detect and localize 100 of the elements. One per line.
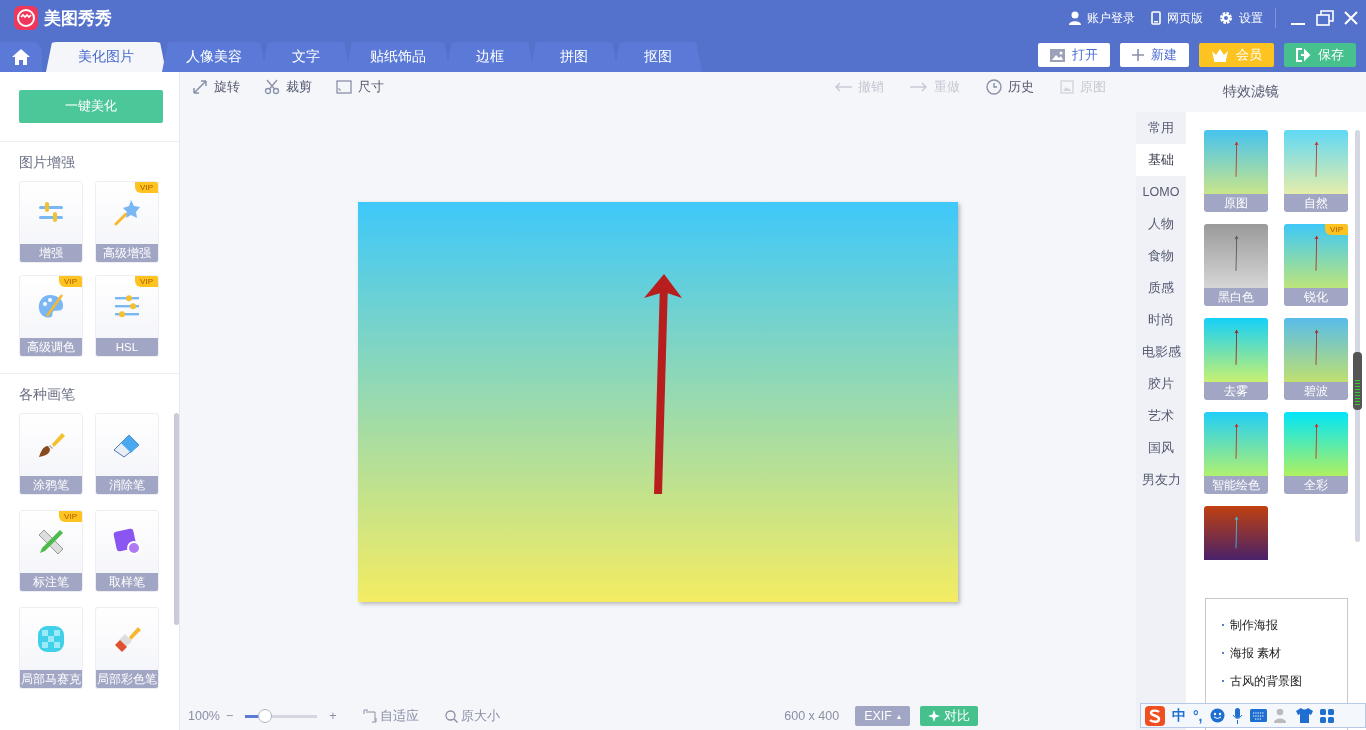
- tab[interactable]: 美化图片: [46, 42, 166, 72]
- open-button[interactable]: 打开: [1038, 43, 1110, 67]
- category-tab[interactable]: 男友力: [1136, 464, 1186, 496]
- color-swatch-icon: [112, 527, 142, 557]
- compare-button[interactable]: 对比: [920, 706, 978, 726]
- suggestion-item[interactable]: 制作海报: [1230, 616, 1278, 634]
- phone-icon: [1151, 11, 1161, 25]
- restore-icon[interactable]: [1316, 10, 1334, 26]
- tool-tile[interactable]: VIP 高级增强: [95, 181, 159, 263]
- section-title: 各种画笔: [19, 386, 76, 404]
- top-link[interactable]: 账户登录: [1087, 9, 1135, 27]
- image-dimensions: 600 x 400: [784, 709, 840, 723]
- toolbar-button[interactable]: 裁剪: [264, 78, 312, 96]
- toolbar-button[interactable]: 尺寸: [336, 78, 384, 96]
- tool-tile[interactable]: 涂鸦笔: [19, 413, 83, 495]
- new-button[interactable]: 新建: [1120, 43, 1189, 67]
- suggestion-item[interactable]: 海报 素材: [1230, 644, 1282, 662]
- one-click-beautify-button[interactable]: 一键美化: [19, 90, 163, 123]
- category-tab[interactable]: 常用: [1136, 112, 1186, 144]
- filter-thumbnail[interactable]: [1204, 506, 1268, 560]
- category-tab[interactable]: 电影感: [1136, 336, 1186, 368]
- fit-button[interactable]: 自适应: [362, 707, 419, 725]
- vip-badge: VIP: [135, 276, 158, 287]
- tool-tile[interactable]: 局部马赛克: [19, 607, 83, 689]
- filter-thumbnail[interactable]: 去雾: [1204, 318, 1268, 400]
- tool-tile[interactable]: VIP 高级调色: [19, 275, 83, 357]
- scissors-icon: [264, 79, 280, 95]
- toolbar-button[interactable]: 历史: [986, 78, 1034, 96]
- image-icon: [1050, 48, 1065, 62]
- tab[interactable]: 抠图: [614, 42, 702, 72]
- filter-thumbnail[interactable]: 全彩: [1284, 412, 1348, 494]
- filter-thumbnail[interactable]: 碧波: [1284, 318, 1348, 400]
- actual-size-button[interactable]: 原大小: [444, 707, 500, 725]
- close-icon[interactable]: [1344, 11, 1358, 25]
- microphone-icon[interactable]: [1231, 707, 1243, 724]
- toolbar-button[interactable]: 旋转: [192, 78, 240, 96]
- tab[interactable]: 贴纸饰品: [346, 42, 450, 72]
- back-arrow-icon: [834, 82, 852, 92]
- scrollbar-thumb[interactable]: [1353, 352, 1362, 410]
- category-tab[interactable]: 食物: [1136, 240, 1186, 272]
- vip-badge: VIP: [1325, 224, 1348, 235]
- crown-icon: [1211, 48, 1229, 62]
- export-icon: [1296, 48, 1311, 62]
- suggestion-item[interactable]: 古风的背景图: [1230, 672, 1302, 690]
- app-title: 美图秀秀: [44, 7, 112, 30]
- shirt-icon[interactable]: [1295, 708, 1313, 723]
- input-mode[interactable]: 中: [1172, 706, 1186, 725]
- magic-wand-icon: [112, 198, 142, 228]
- filter-thumbnail[interactable]: 原图: [1204, 130, 1268, 212]
- section-title: 图片增强: [19, 154, 76, 172]
- smiley-icon[interactable]: [1209, 708, 1225, 723]
- filter-thumbnail[interactable]: VIP 锐化: [1284, 224, 1348, 306]
- paintbrush-icon: [36, 430, 66, 460]
- category-tab[interactable]: 艺术: [1136, 400, 1186, 432]
- forward-arrow-icon: [910, 82, 928, 92]
- pencil-ruler-icon: [36, 527, 66, 557]
- exif-button[interactable]: EXIF ▴: [855, 706, 910, 726]
- sliders-icon: [113, 294, 141, 320]
- tool-tile[interactable]: VIP HSL: [95, 275, 159, 357]
- category-tab[interactable]: 时尚: [1136, 304, 1186, 336]
- sliders-icon: [37, 201, 65, 225]
- user-icon: [1069, 11, 1081, 25]
- ime-logo-icon[interactable]: [1145, 705, 1165, 726]
- category-tab[interactable]: 人物: [1136, 208, 1186, 240]
- panel-title: 特效滤镜: [1136, 72, 1366, 112]
- top-link[interactable]: 网页版: [1167, 9, 1203, 27]
- category-tab[interactable]: LOMO: [1136, 176, 1186, 208]
- scrollbar[interactable]: [174, 413, 179, 625]
- keyboard-icon[interactable]: [1249, 709, 1267, 722]
- category-tab[interactable]: 国风: [1136, 432, 1186, 464]
- tool-tile[interactable]: 取样笔: [95, 510, 159, 592]
- punctuation-mode[interactable]: °,: [1193, 707, 1203, 724]
- category-tab[interactable]: 质感: [1136, 272, 1186, 304]
- resize-icon: [336, 80, 352, 94]
- tool-tile[interactable]: 消除笔: [95, 413, 159, 495]
- category-tab[interactable]: 胶片: [1136, 368, 1186, 400]
- filter-thumbnail[interactable]: 黑白色: [1204, 224, 1268, 306]
- zoom-percent: 100%: [188, 709, 220, 723]
- home-tab[interactable]: [0, 42, 42, 72]
- tab[interactable]: 文字: [262, 42, 350, 72]
- settings-icon: [1219, 11, 1233, 25]
- tab[interactable]: 拼图: [530, 42, 618, 72]
- filter-thumbnail[interactable]: 自然: [1284, 130, 1348, 212]
- zoom-out-button[interactable]: −: [226, 709, 234, 723]
- home-icon[interactable]: [12, 49, 30, 65]
- tab[interactable]: 边框: [446, 42, 534, 72]
- top-link[interactable]: 设置: [1239, 9, 1263, 27]
- eraser-icon: [112, 432, 142, 458]
- zoom-icon: [444, 709, 458, 723]
- tool-tile[interactable]: 增强: [19, 181, 83, 263]
- tab[interactable]: 人像美容: [162, 42, 266, 72]
- tool-tile[interactable]: 局部彩色笔: [95, 607, 159, 689]
- vip-badge: VIP: [59, 276, 82, 287]
- zoom-in-button[interactable]: +: [329, 709, 337, 723]
- sparkle-icon: [928, 710, 940, 722]
- category-tab[interactable]: 基础: [1136, 144, 1186, 176]
- save-button[interactable]: 保存: [1284, 43, 1356, 67]
- tool-tile[interactable]: VIP 标注笔: [19, 510, 83, 592]
- filter-thumbnail[interactable]: 智能绘色: [1204, 412, 1268, 494]
- grid-icon[interactable]: [1319, 708, 1334, 723]
